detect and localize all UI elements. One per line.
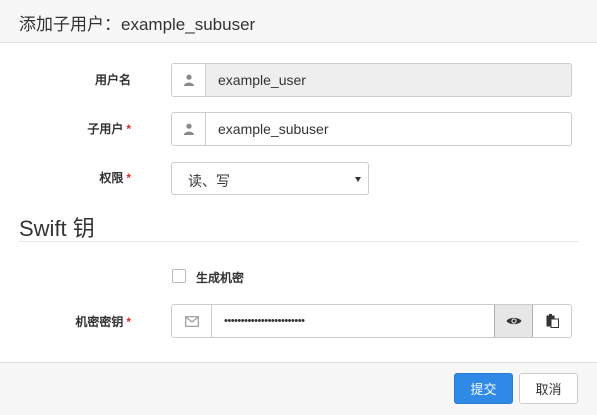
secret-key-field: ••••••••••••••••••••••••	[171, 304, 572, 338]
required-mark: *	[126, 122, 131, 136]
section-divider	[19, 241, 578, 242]
subuser-label: 子用户 *	[0, 120, 131, 137]
secret-key-input[interactable]: ••••••••••••••••••••••••	[212, 305, 494, 337]
permission-selected: 读、写	[188, 173, 230, 189]
add-subuser-modal: 添加子用户：example_subuser 用户名 example_user 子…	[0, 0, 597, 415]
user-icon	[172, 113, 206, 145]
permission-label-text: 权限	[99, 171, 124, 185]
user-label-text: 用户名	[94, 73, 131, 87]
generate-key-checkbox[interactable]	[172, 269, 186, 283]
swift-section-title: Swift 钥	[19, 216, 95, 241]
required-mark: *	[126, 315, 131, 329]
cancel-button[interactable]: 取消	[519, 373, 578, 404]
subuser-label-text: 子用户	[87, 122, 124, 136]
submit-button[interactable]: 提交	[454, 373, 513, 404]
user-label: 用户名	[0, 71, 131, 88]
secret-key-label: 机密密钥 *	[0, 313, 131, 330]
chevron-down-icon	[355, 177, 361, 182]
secret-key-label-text: 机密密钥	[75, 315, 124, 329]
show-password-button[interactable]	[494, 305, 533, 337]
user-icon	[172, 64, 206, 96]
permission-label: 权限 *	[0, 169, 131, 186]
subuser-field[interactable]: example_subuser	[171, 112, 572, 146]
permission-select[interactable]: 读、写	[171, 162, 369, 195]
modal-header: 添加子用户：example_subuser	[0, 0, 597, 43]
user-field: example_user	[171, 63, 572, 97]
required-mark: *	[126, 171, 131, 185]
modal-title: 添加子用户：example_subuser	[19, 15, 256, 34]
envelope-icon	[172, 305, 212, 337]
generate-key-label[interactable]: 生成机密	[196, 269, 244, 286]
eye-icon	[506, 317, 521, 325]
user-input: example_user	[206, 64, 571, 96]
clipboard-icon	[546, 314, 559, 328]
subuser-input[interactable]: example_subuser	[206, 113, 571, 145]
copy-to-clipboard-button[interactable]	[533, 305, 571, 337]
